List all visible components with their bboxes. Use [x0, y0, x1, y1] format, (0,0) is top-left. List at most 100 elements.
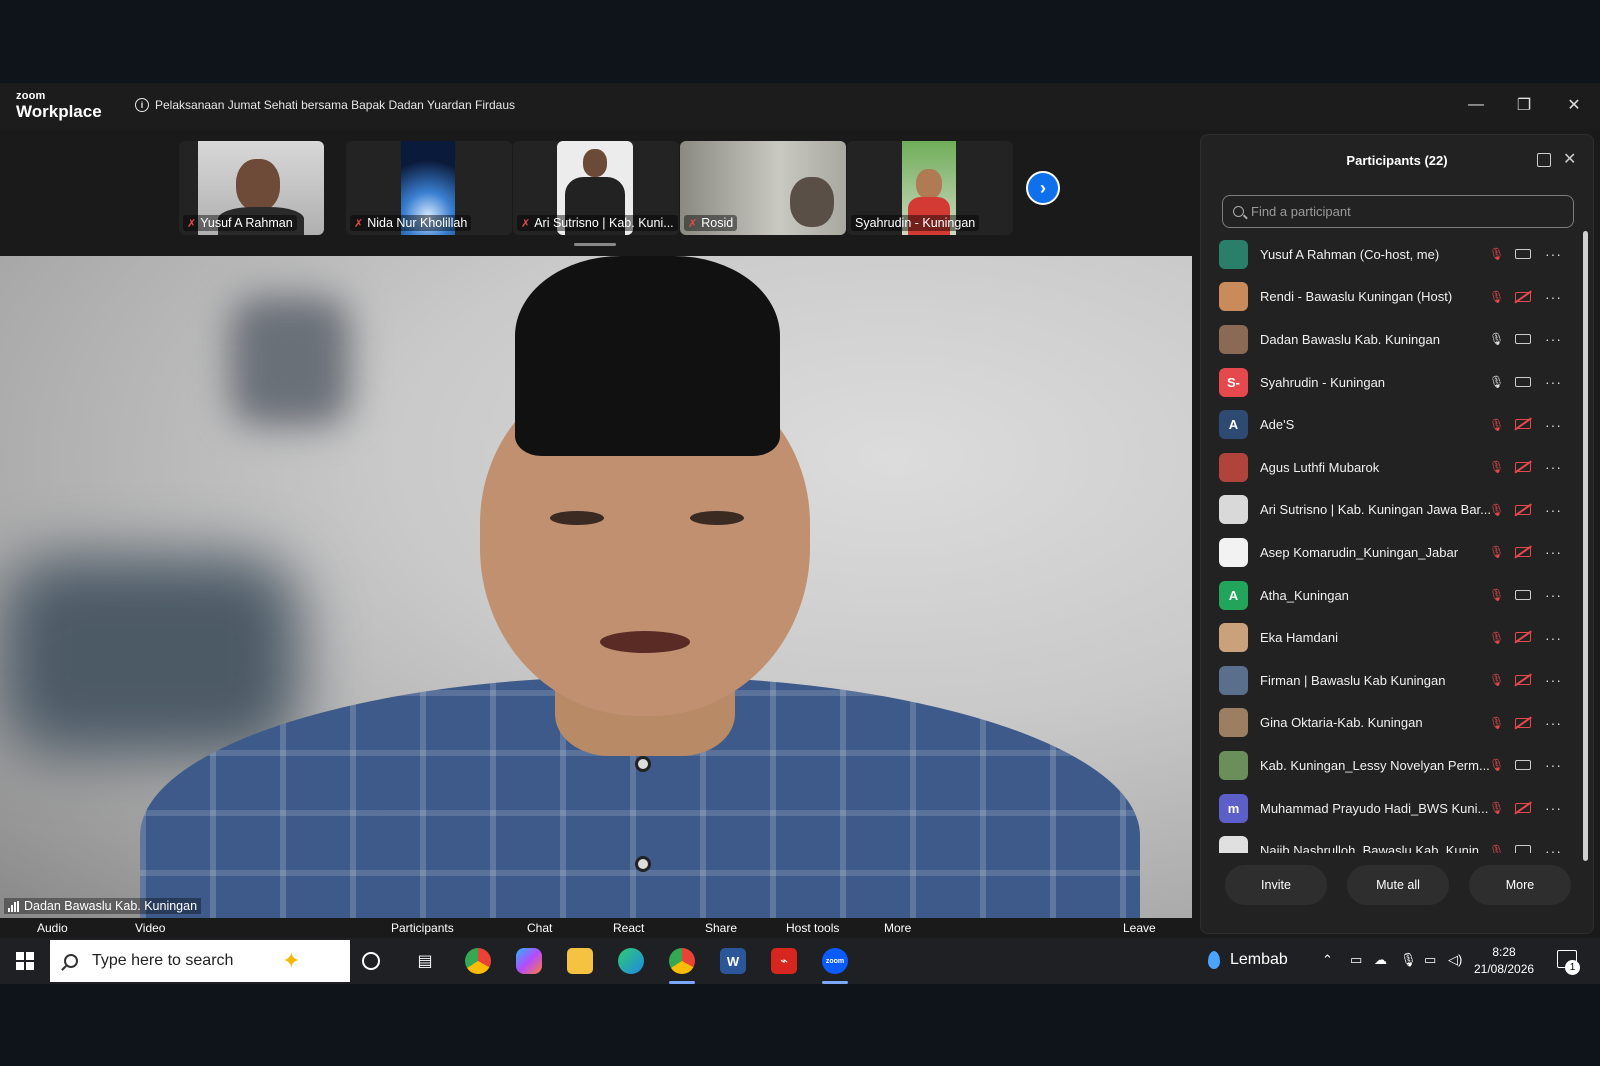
mic-muted-icon[interactable]: 🎙	[1489, 631, 1504, 645]
mic-muted-icon[interactable]: 🎙	[1489, 247, 1504, 261]
mic-muted-icon[interactable]: 🎙	[1489, 716, 1504, 730]
participant-row[interactable]: Agus Luthfi Mubarok 🎙 ···	[1219, 446, 1579, 489]
chrome-profile-icon[interactable]	[669, 948, 695, 974]
participant-row[interactable]: Rendi - Bawaslu Kuningan (Host) 🎙 ···	[1219, 276, 1579, 319]
video-off-icon[interactable]	[1515, 674, 1531, 685]
participant-more-icon[interactable]: ···	[1545, 374, 1562, 390]
taskbar-clock[interactable]: 8:28 21/08/2026	[1474, 944, 1534, 978]
mute-all-button[interactable]: Mute all	[1347, 865, 1449, 905]
thumbnail-tile[interactable]: ✗ Ari Sutrisno | Kab. Kuni...	[513, 141, 679, 235]
mic-muted-icon[interactable]: 🎙	[1489, 758, 1504, 772]
video-off-icon[interactable]	[1515, 632, 1531, 643]
meeting-info[interactable]: i Pelaksanaan Jumat Sehati bersama Bapak…	[135, 98, 515, 112]
participant-row[interactable]: Najib Nashrulloh_Bawaslu Kab. Kunin... 🎙 ·…	[1219, 829, 1579, 853]
participant-more-icon[interactable]: ···	[1545, 672, 1562, 688]
close-window-button[interactable]: ✕	[1564, 95, 1584, 115]
video-camera-icon[interactable]	[1515, 760, 1531, 771]
video-camera-icon[interactable]	[1515, 845, 1531, 853]
minimize-button[interactable]: —	[1466, 95, 1486, 115]
participant-more-icon[interactable]: ···	[1545, 800, 1562, 816]
tray-device-icon[interactable]: ▭	[1350, 952, 1362, 968]
restore-button[interactable]: ❐	[1514, 95, 1534, 115]
taskbar-search[interactable]: Type here to search ✦	[50, 940, 350, 982]
acrobat-icon[interactable]: ⌁	[771, 948, 797, 974]
windows-start-icon[interactable]	[16, 952, 34, 970]
video-button[interactable]: Video	[135, 921, 165, 935]
video-off-icon[interactable]	[1515, 547, 1531, 558]
participant-row[interactable]: Asep Komarudin_Kuningan_Jabar 🎙 ···	[1219, 531, 1579, 574]
video-off-icon[interactable]	[1515, 802, 1531, 813]
participant-row[interactable]: Firman | Bawaslu Kab Kuningan 🎙 ···	[1219, 659, 1579, 702]
video-off-icon[interactable]	[1515, 461, 1531, 472]
thumbnail-tile[interactable]: ✗ Rosid	[680, 141, 846, 235]
mic-muted-icon[interactable]: 🎙	[1489, 844, 1504, 853]
file-explorer-icon[interactable]	[567, 948, 593, 974]
thumbnail-tile[interactable]: ✗ Yusuf A Rahman	[179, 141, 324, 235]
edge-icon[interactable]	[618, 948, 644, 974]
copilot-icon[interactable]	[516, 948, 542, 974]
next-page-button[interactable]: ›	[1026, 171, 1060, 205]
react-button[interactable]: React	[613, 921, 644, 935]
mic-muted-icon[interactable]: 🎙	[1489, 545, 1504, 559]
video-off-icon[interactable]	[1515, 717, 1531, 728]
participant-more-icon[interactable]: ···	[1545, 843, 1562, 853]
video-camera-icon[interactable]	[1515, 249, 1531, 259]
pop-out-icon[interactable]	[1537, 153, 1551, 167]
participant-row[interactable]: Eka Hamdani 🎙 ···	[1219, 616, 1579, 659]
mic-muted-icon[interactable]: 🎙	[1489, 460, 1504, 474]
mic-muted-icon[interactable]: 🎙	[1489, 588, 1504, 602]
participant-more-icon[interactable]: ···	[1545, 289, 1562, 305]
tray-battery-icon[interactable]: ▭	[1424, 952, 1436, 968]
participant-more-icon[interactable]: ···	[1545, 331, 1562, 347]
host-tools-button[interactable]: Host tools	[786, 921, 839, 935]
mic-muted-icon[interactable]: 🎙	[1489, 503, 1504, 517]
task-view-circle-icon[interactable]	[362, 952, 380, 970]
participants-button[interactable]: Participants	[391, 921, 454, 935]
more-button[interactable]: More	[884, 921, 911, 935]
audio-button[interactable]: Audio	[37, 921, 68, 935]
participant-row[interactable]: A Ade'S 🎙 ···	[1219, 403, 1579, 446]
tray-chevron-up-icon[interactable]: ⌃	[1322, 952, 1333, 968]
tray-volume-icon[interactable]: ◁)	[1448, 952, 1462, 968]
participant-row[interactable]: Gina Oktaria-Kab. Kuningan 🎙 ···	[1219, 702, 1579, 745]
zoom-app-icon[interactable]: zoom	[822, 948, 848, 974]
chrome-icon[interactable]	[465, 948, 491, 974]
participant-search[interactable]	[1222, 195, 1574, 228]
share-button[interactable]: Share	[705, 921, 737, 935]
weather-widget[interactable]: Lembab	[1208, 951, 1288, 969]
participant-row[interactable]: Ari Sutrisno | Kab. Kuningan Jawa Bar...…	[1219, 489, 1579, 532]
video-camera-icon[interactable]	[1515, 376, 1531, 387]
mic-muted-icon[interactable]: 🎙	[1489, 418, 1504, 432]
video-camera-icon[interactable]	[1515, 334, 1531, 345]
thumbnail-tile[interactable]: ✗ Nida Nur Kholillah	[346, 141, 512, 235]
video-off-icon[interactable]	[1515, 504, 1531, 515]
info-icon[interactable]: i	[135, 98, 149, 112]
participant-more-icon[interactable]: ···	[1545, 246, 1562, 262]
participant-search-input[interactable]	[1251, 204, 1551, 219]
participant-row[interactable]: m Muhammad Prayudo Hadi_BWS Kuni... 🎙 ···	[1219, 787, 1579, 830]
participant-more-icon[interactable]: ···	[1545, 417, 1562, 433]
mic-icon[interactable]: 🎙	[1489, 332, 1504, 346]
participant-more-icon[interactable]: ···	[1545, 630, 1562, 646]
participant-row[interactable]: A Atha_Kuningan 🎙 ···	[1219, 574, 1579, 617]
mic-muted-icon[interactable]: 🎙	[1489, 801, 1504, 815]
participant-row[interactable]: Yusuf A Rahman (Co-host, me) 🎙 ···	[1219, 233, 1579, 276]
panel-more-button[interactable]: More	[1469, 865, 1571, 905]
video-off-icon[interactable]	[1515, 419, 1531, 430]
chat-button[interactable]: Chat	[527, 921, 552, 935]
participant-row[interactable]: Dadan Bawaslu Kab. Kuningan 🎙 ···	[1219, 318, 1579, 361]
mic-muted-icon[interactable]: 🎙	[1489, 673, 1504, 687]
mic-muted-icon[interactable]: 🎙	[1489, 290, 1504, 304]
participant-row[interactable]: S- Syahrudin - Kuningan 🎙 ···	[1219, 361, 1579, 404]
thumbnail-tile[interactable]: Syahrudin - Kuningan	[847, 141, 1013, 235]
participant-more-icon[interactable]: ···	[1545, 459, 1562, 475]
participant-more-icon[interactable]: ···	[1545, 587, 1562, 603]
participant-more-icon[interactable]: ···	[1545, 544, 1562, 560]
participant-more-icon[interactable]: ···	[1545, 757, 1562, 773]
participant-row[interactable]: Kab. Kuningan_Lessy Novelyan Perm... 🎙 ···	[1219, 744, 1579, 787]
tray-cloud-icon[interactable]: ☁	[1374, 952, 1387, 968]
leave-button[interactable]: Leave	[1123, 921, 1156, 935]
participant-more-icon[interactable]: ···	[1545, 502, 1562, 518]
video-camera-icon[interactable]	[1515, 589, 1531, 600]
mic-icon[interactable]: 🎙	[1489, 375, 1504, 389]
